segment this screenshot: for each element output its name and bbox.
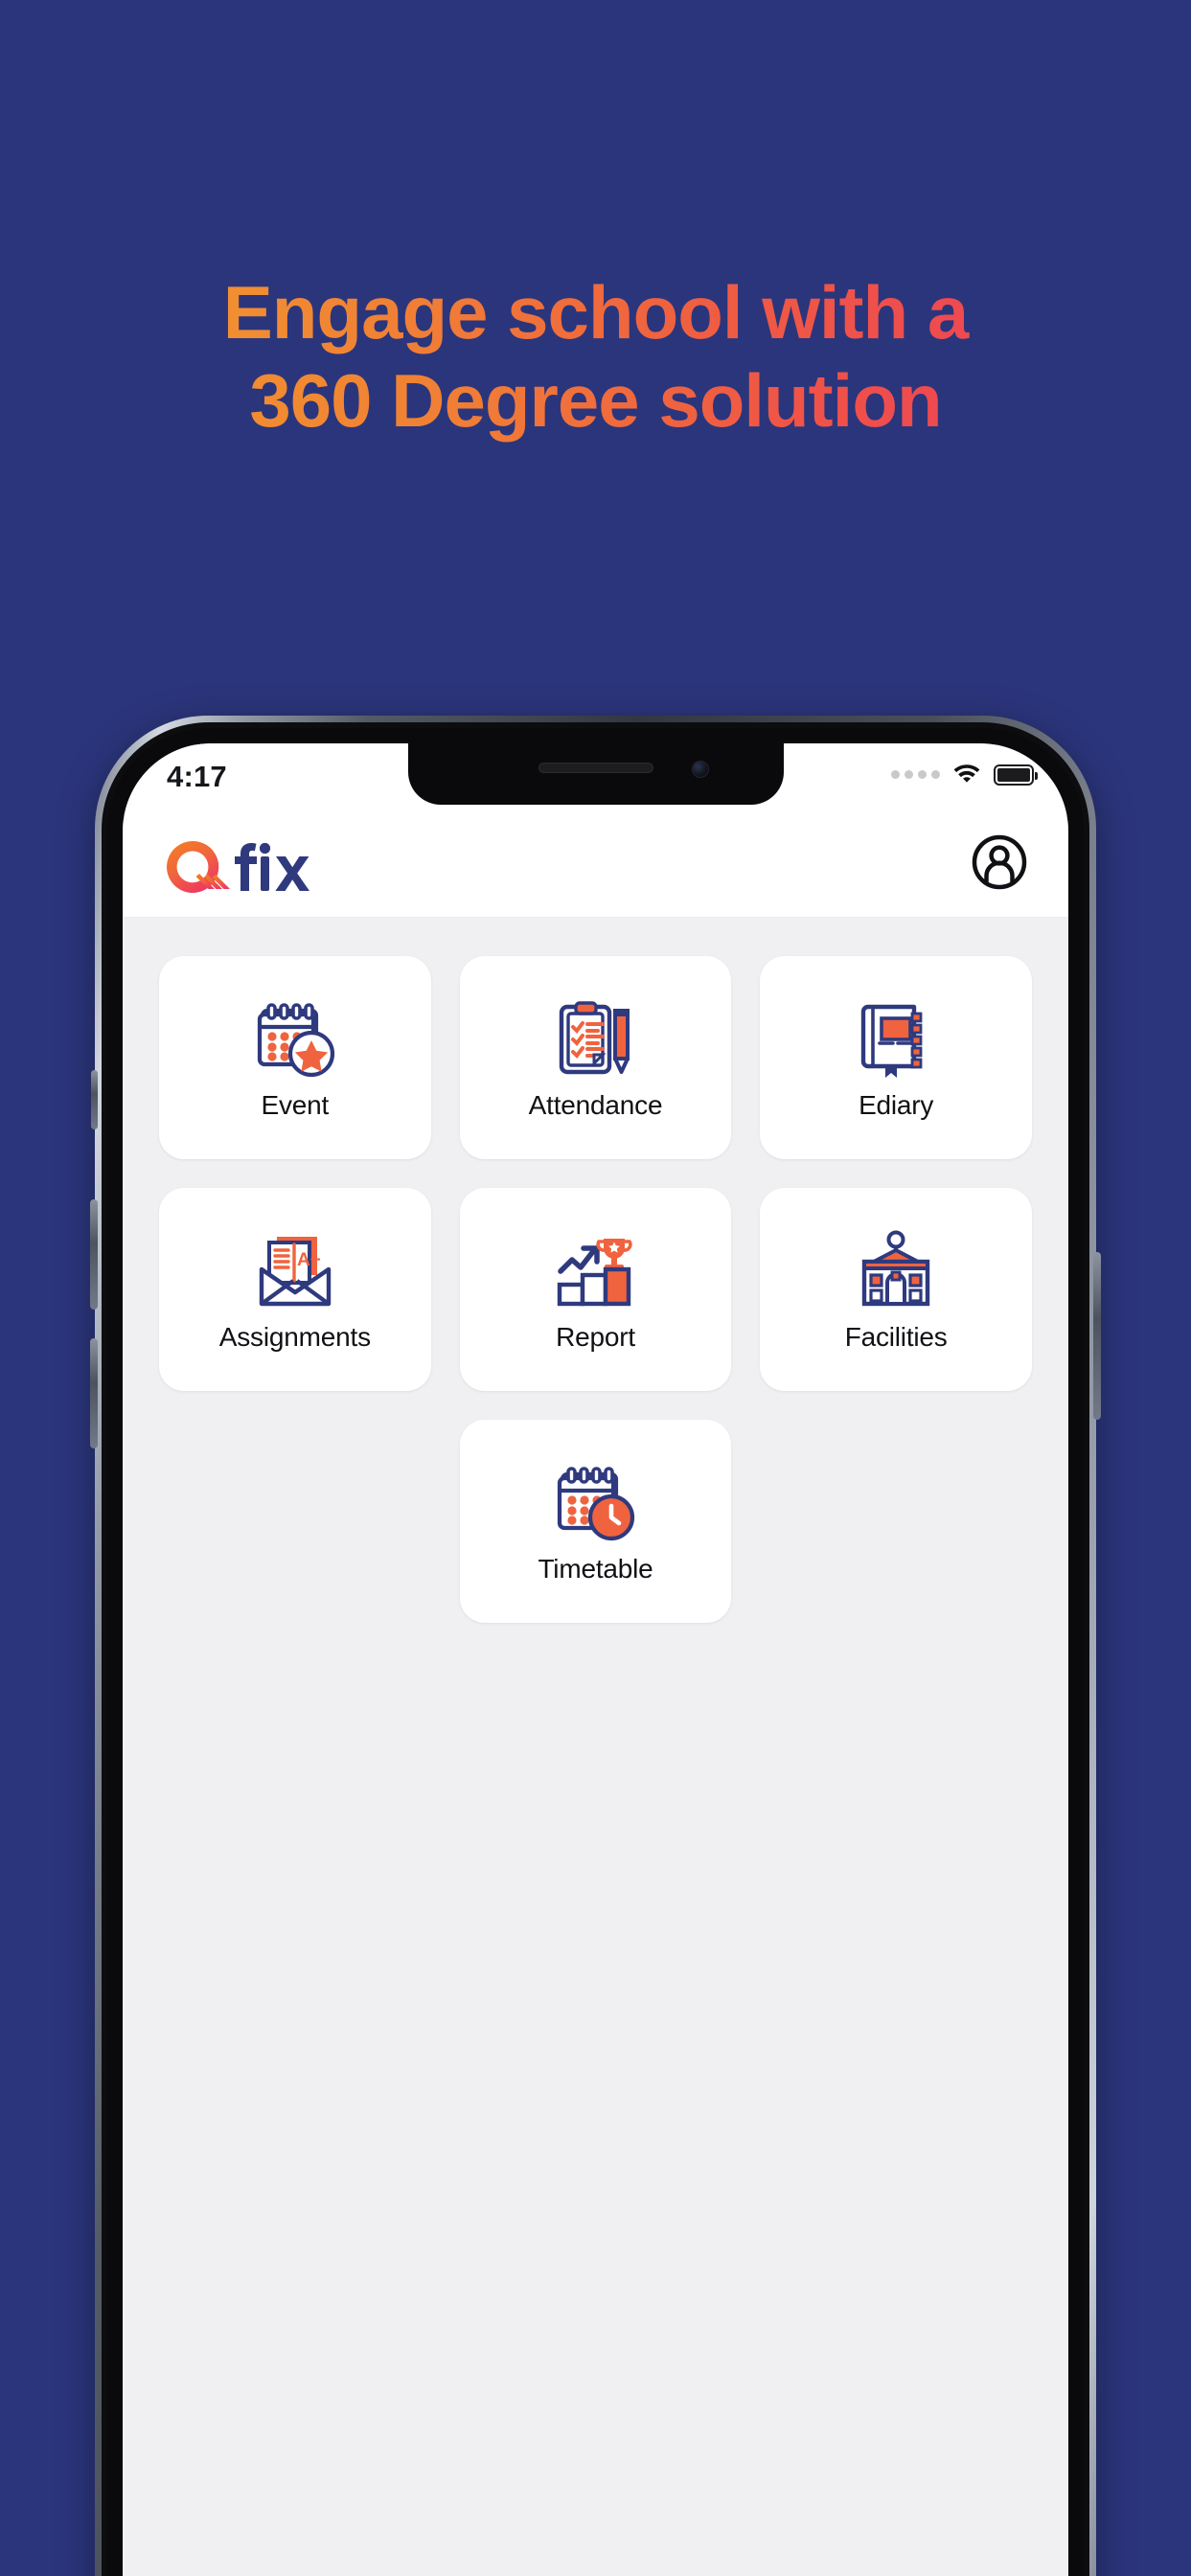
signal-dots-icon — [891, 770, 940, 779]
feature-tile-grid: Event Attendance Ediary A+ Assignments R… — [159, 956, 1032, 1623]
volume-up-button[interactable] — [90, 1199, 98, 1310]
calendar-star-icon — [249, 994, 341, 1086]
tile-label: Assignments — [218, 1322, 371, 1352]
front-camera-icon — [691, 761, 709, 778]
qfix-logo — [161, 835, 332, 895]
phone-bezel: 4:17 Event Attendance Ediary A+ Assignme… — [107, 728, 1084, 2576]
bar-chart-trophy-icon — [549, 1226, 641, 1318]
svg-text:A+: A+ — [297, 1250, 321, 1270]
app-header — [123, 812, 1068, 918]
battery-full-icon — [994, 764, 1038, 786]
promo-headline: Engage school with a 360 Degree solution — [0, 268, 1191, 445]
volume-down-button[interactable] — [90, 1338, 98, 1448]
tile-facilities[interactable]: Facilities — [760, 1188, 1032, 1391]
mute-switch-button[interactable] — [91, 1070, 98, 1129]
headline-line-1: Engage school with a — [0, 268, 1191, 356]
account-circle-icon — [972, 834, 1027, 890]
tile-label: Ediary — [859, 1090, 934, 1120]
wifi-icon — [951, 761, 982, 788]
phone-screen: 4:17 Event Attendance Ediary A+ Assignme… — [123, 743, 1068, 2576]
tile-assignments[interactable]: A+ Assignments — [159, 1188, 431, 1391]
phone-mockup: 4:17 Event Attendance Ediary A+ Assignme… — [90, 716, 1101, 2576]
calendar-clock-icon — [549, 1458, 641, 1550]
status-bar-clock: 4:17 — [167, 760, 227, 793]
tile-ediary[interactable]: Ediary — [760, 956, 1032, 1159]
home-content: Event Attendance Ediary A+ Assignments R… — [123, 918, 1068, 2576]
tile-label: Event — [261, 1090, 330, 1120]
school-building-icon — [850, 1226, 942, 1318]
notebook-tabs-icon — [850, 994, 942, 1086]
tile-label: Timetable — [538, 1554, 653, 1584]
tile-label: Report — [556, 1322, 635, 1352]
tile-timetable[interactable]: Timetable — [459, 1420, 732, 1623]
power-button[interactable] — [1093, 1252, 1101, 1420]
headline-line-2: 360 Degree solution — [0, 356, 1191, 445]
tile-label: Facilities — [844, 1322, 948, 1352]
tile-report[interactable]: Report — [459, 1188, 732, 1391]
tile-attendance[interactable]: Attendance — [459, 956, 732, 1159]
tile-event[interactable]: Event — [159, 956, 431, 1159]
phone-notch — [407, 743, 784, 805]
clipboard-checklist-pencil-icon — [549, 994, 641, 1086]
profile-avatar-button[interactable] — [971, 833, 1028, 896]
tile-label: Attendance — [528, 1090, 663, 1120]
envelope-grade-a-plus-icon: A+ — [249, 1226, 341, 1318]
earpiece-speaker-icon — [538, 763, 653, 773]
status-bar-indicators — [891, 761, 1038, 788]
